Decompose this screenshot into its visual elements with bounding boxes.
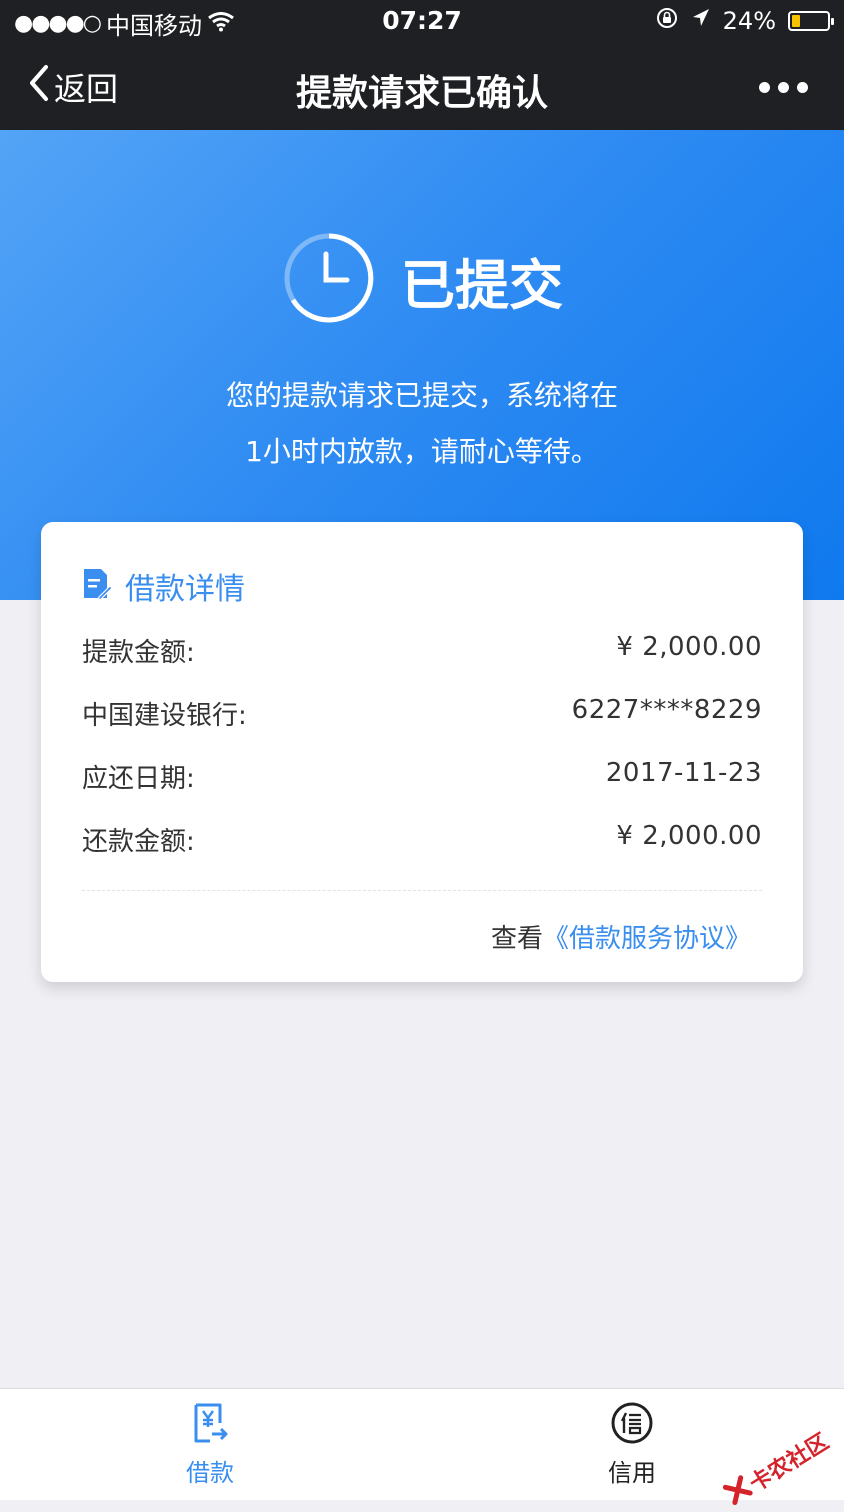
- detail-value: 2017-11-23: [605, 758, 762, 788]
- detail-label: 还款金额:: [82, 827, 195, 857]
- top-bar: ●●●●○ 中国移动 07:27 24% 返回 提款请求已确认: [0, 0, 844, 130]
- tab-label: 借款: [186, 1459, 234, 1487]
- status-description-line: 1小时内放款，请耐心等待。: [245, 435, 599, 468]
- detail-row-withdraw-amount: 提款金额: ¥ 2,000.00: [82, 632, 762, 669]
- more-dot: [797, 82, 808, 93]
- detail-label: 提款金额:: [82, 638, 195, 668]
- location-arrow-icon: [691, 7, 711, 35]
- more-dot: [778, 82, 789, 93]
- credit-icon: [610, 1402, 654, 1449]
- divider: [82, 890, 762, 891]
- loan-details-card: 借款详情 提款金额: ¥ 2,000.00 中国建设银行: 6227****82…: [41, 522, 803, 982]
- agreement-prefix: 查看: [490, 924, 543, 954]
- loan-icon: [190, 1403, 230, 1449]
- more-dot: [759, 82, 770, 93]
- tab-credit[interactable]: 信用: [572, 1401, 692, 1488]
- card-title: 借款详情: [125, 572, 245, 607]
- tab-loan[interactable]: 借款: [150, 1401, 270, 1488]
- loan-agreement-link[interactable]: 《借款服务协议》: [543, 924, 751, 954]
- status-bar: ●●●●○ 中国移动 07:27 24%: [0, 0, 844, 44]
- status-description-line: 您的提款请求已提交，系统将在: [225, 379, 618, 412]
- detail-label: 应还日期:: [82, 764, 195, 794]
- navigation-bar: 返回 提款请求已确认: [0, 44, 844, 130]
- clock-icon: [281, 230, 377, 330]
- page-title: 提款请求已确认: [295, 73, 548, 114]
- more-options-button[interactable]: [759, 82, 808, 93]
- battery-icon: [788, 11, 834, 31]
- document-icon: [81, 567, 113, 605]
- tab-label: 信用: [608, 1459, 656, 1487]
- detail-value: ¥ 2,000.00: [616, 632, 762, 662]
- detail-value: ¥ 2,000.00: [616, 821, 762, 851]
- orientation-lock-icon: [655, 6, 679, 36]
- detail-row-repay-amount: 还款金额: ¥ 2,000.00: [82, 821, 762, 858]
- detail-row-due-date: 应还日期: 2017-11-23: [82, 758, 762, 795]
- battery-level: [792, 15, 800, 27]
- detail-label: 中国建设银行:: [82, 701, 247, 731]
- agreement-line: 查看《借款服务协议》: [491, 918, 751, 955]
- tab-bar: 借款 信用: [0, 1388, 844, 1500]
- status-description: 您的提款请求已提交，系统将在 1小时内放款，请耐心等待。: [0, 368, 844, 480]
- detail-row-bank-card: 中国建设银行: 6227****8229: [82, 695, 762, 732]
- detail-value: 6227****8229: [571, 695, 762, 725]
- battery-percent: 24%: [722, 7, 776, 35]
- submission-status-title: 已提交: [401, 253, 563, 317]
